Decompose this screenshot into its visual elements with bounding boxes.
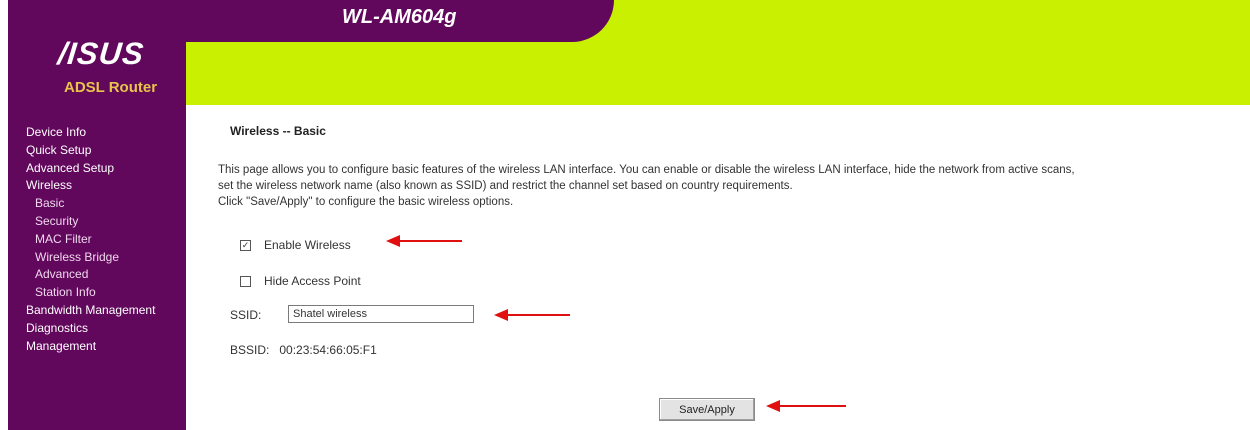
ssid-input[interactable] [288,305,474,323]
bssid-label: BSSID: [230,343,270,357]
sidebar-item-advanced[interactable]: Advanced [26,266,155,284]
page-description: This page allows you to configure basic … [218,162,1228,210]
sidebar-item-bandwidth-management[interactable]: Bandwidth Management [26,302,155,320]
sidebar-item-security[interactable]: Security [26,213,155,231]
sidebar: /ISUS ADSL Router Device Info Quick Setu… [8,0,186,430]
sidebar-item-diagnostics[interactable]: Diagnostics [26,320,155,338]
ssid-label: SSID: [230,308,262,322]
sidebar-item-device-info[interactable]: Device Info [26,124,155,142]
bssid-value: 00:23:54:66:05:F1 [279,343,377,357]
sidebar-item-wireless[interactable]: Wireless [26,177,155,195]
asus-logo: /ISUS [56,36,146,71]
sidebar-item-quick-setup[interactable]: Quick Setup [26,142,155,160]
model-title: WL-AM604g [342,6,457,28]
hide-access-point-row: Hide Access Point [240,274,361,288]
description-line: Click "Save/Apply" to configure the basi… [218,196,514,208]
enable-wireless-checkbox[interactable]: ✓ [240,239,251,251]
description-line: set the wireless network name (also know… [218,180,793,192]
sidebar-item-management[interactable]: Management [26,338,155,356]
enable-wireless-row: ✓ Enable Wireless [240,238,351,252]
arrow-left-icon [766,400,846,412]
sidebar-nav: Device Info Quick Setup Advanced Setup W… [26,124,155,355]
logo-subtitle: ADSL Router [64,79,158,96]
hide-access-point-checkbox[interactable] [240,275,251,287]
hide-access-point-label: Hide Access Point [264,274,361,288]
enable-wireless-label: Enable Wireless [264,238,351,252]
save-apply-button[interactable]: Save/Apply [659,398,755,421]
bssid-row: BSSID: 00:23:54:66:05:F1 [230,343,377,357]
page-title: Wireless -- Basic [230,124,326,138]
description-line: This page allows you to configure basic … [218,164,1075,176]
arrow-left-icon [386,235,462,247]
sidebar-item-station-info[interactable]: Station Info [26,284,155,302]
sidebar-item-wireless-bridge[interactable]: Wireless Bridge [26,249,155,267]
arrow-left-icon [494,309,570,321]
sidebar-item-basic[interactable]: Basic [26,195,155,213]
sidebar-item-advanced-setup[interactable]: Advanced Setup [26,160,155,178]
sidebar-item-mac-filter[interactable]: MAC Filter [26,231,155,249]
